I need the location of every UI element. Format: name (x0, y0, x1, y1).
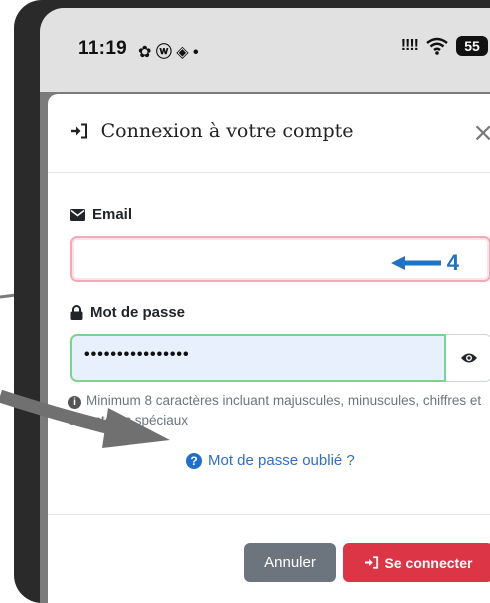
envelope-icon (70, 208, 85, 221)
forgot-password-text: Mot de passe oublié ? (208, 452, 355, 469)
question-circle-icon: ? (186, 452, 202, 469)
modal-footer-divider (48, 514, 490, 515)
modal-title: Connexion à votre compte (70, 120, 354, 142)
lock-icon (70, 305, 83, 320)
toggle-password-visibility-button[interactable] (446, 334, 490, 382)
status-time: 11:19 (78, 38, 128, 59)
modal-header: Connexion à votre compte × (48, 94, 490, 173)
annotation-number: 4 (446, 250, 459, 275)
cancel-button[interactable]: Annuler (244, 543, 336, 582)
sign-in-icon (364, 556, 378, 569)
pointer-arrow-icon (0, 390, 170, 448)
annotation-marker: 4 (390, 250, 459, 276)
email-label-text: Email (92, 206, 133, 223)
password-label: Mot de passe (70, 304, 185, 321)
close-icon[interactable]: × (472, 118, 490, 148)
modal-title-text: Connexion à votre compte (100, 120, 354, 142)
annotation-arrow-icon (390, 255, 441, 271)
phone-screen: 11:19 ✿ ⓦ ◈ • !!!! 55 Connexion à votre … (40, 8, 490, 603)
battery-indicator: 55 (456, 36, 488, 56)
status-bar: 11:19 ✿ ⓦ ◈ • !!!! 55 (40, 8, 490, 92)
wifi-icon (426, 37, 448, 55)
email-input[interactable]: 4 (70, 236, 490, 282)
notification-icons: ✿ ⓦ ◈ • (138, 44, 199, 61)
password-input[interactable]: •••••••••••••••• (70, 334, 446, 382)
status-right: !!!! 55 (401, 36, 488, 56)
password-row: •••••••••••••••• (70, 334, 490, 384)
sign-in-icon (70, 120, 95, 142)
login-button[interactable]: Se connecter (343, 543, 490, 582)
login-modal: Connexion à votre compte × Email 4 Mot d… (48, 94, 490, 603)
phone-frame: 11:19 ✿ ⓦ ◈ • !!!! 55 Connexion à votre … (14, 0, 490, 603)
login-button-label: Se connecter (384, 554, 473, 571)
password-label-text: Mot de passe (90, 304, 186, 321)
eye-icon (460, 353, 477, 363)
signal-icon: !!!! (400, 37, 419, 54)
forgot-password-link[interactable]: ? Mot de passe oublié ? (186, 452, 355, 469)
email-label: Email (70, 206, 132, 223)
